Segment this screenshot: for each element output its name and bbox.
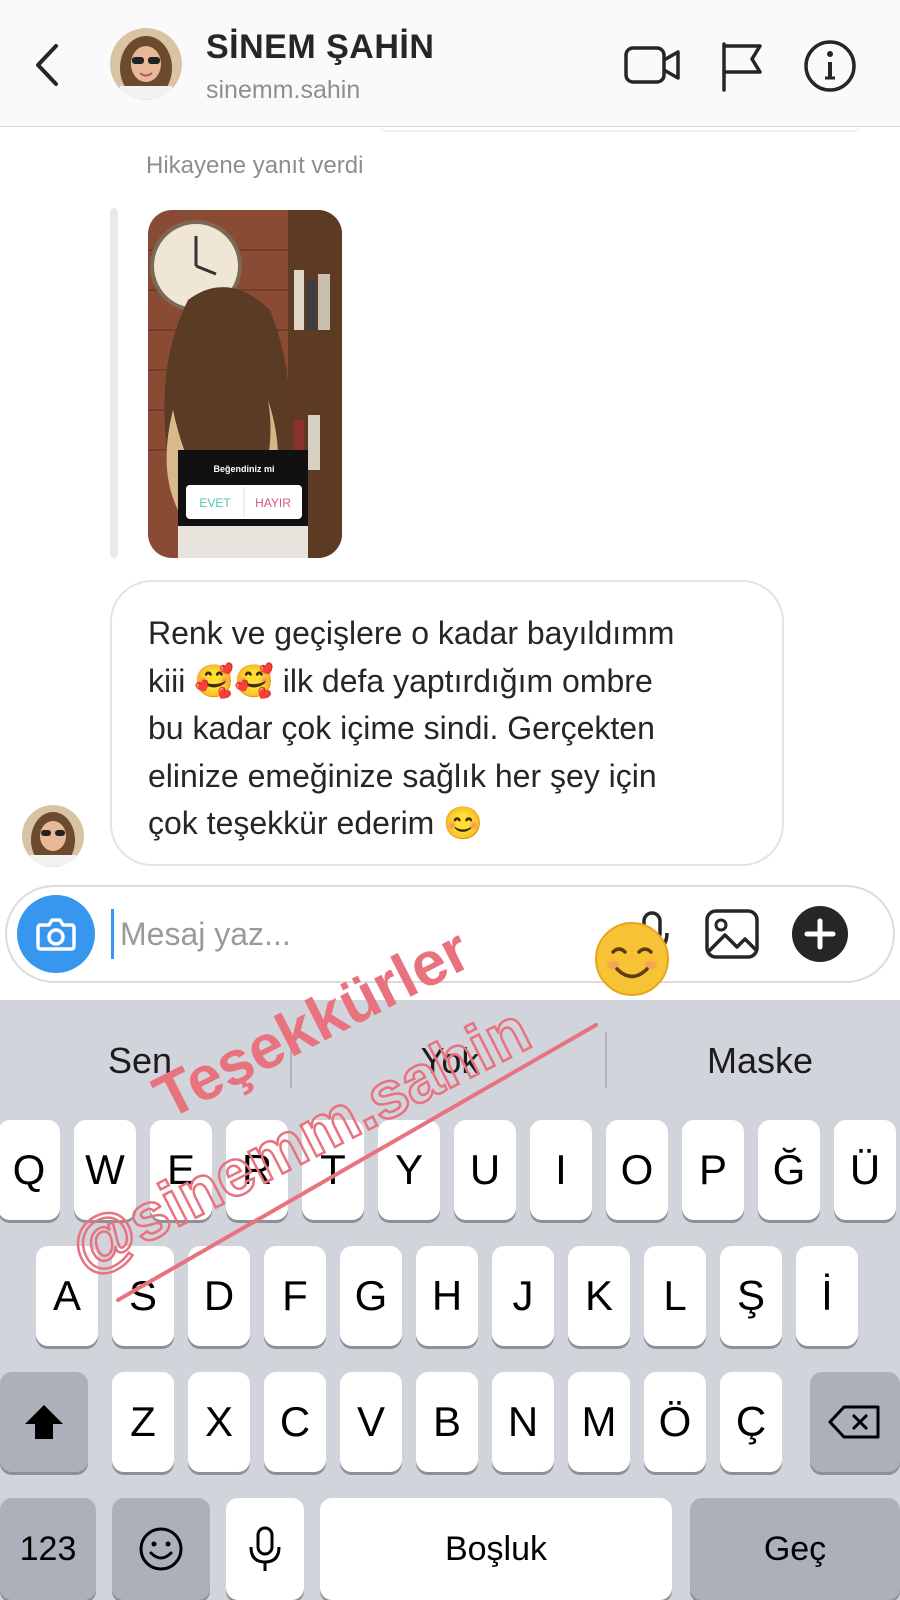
- key[interactable]: F: [264, 1246, 326, 1346]
- key[interactable]: L: [644, 1246, 706, 1346]
- key[interactable]: Ş: [720, 1246, 782, 1346]
- suggestion-divider: [290, 1032, 292, 1088]
- key[interactable]: K: [568, 1246, 630, 1346]
- shift-arrow-icon: [25, 1405, 63, 1439]
- microphone-icon: [249, 1526, 281, 1571]
- message-text: Renk ve geçişlere o kadar bayıldımm kiii…: [148, 615, 675, 841]
- suggestion-1[interactable]: Sen: [60, 1040, 220, 1082]
- key[interactable]: P: [682, 1120, 744, 1220]
- message-bubble[interactable]: Renk ve geçişlere o kadar bayıldımm kiii…: [110, 580, 784, 866]
- key[interactable]: İ: [796, 1246, 858, 1346]
- key[interactable]: I: [530, 1120, 592, 1220]
- smiling-face-sticker-icon: [595, 922, 669, 996]
- back-chevron-icon[interactable]: [28, 40, 68, 90]
- keyboard: Sen Yok Maske Q W E R T Y U I O P Ğ Ü A …: [0, 1000, 900, 1600]
- backspace-key[interactable]: [810, 1372, 900, 1472]
- key[interactable]: C: [264, 1372, 326, 1472]
- chat-header: SİNEM ŞAHİN sinemm.sahin: [0, 0, 900, 127]
- plus-icon[interactable]: [789, 903, 851, 965]
- story-thumbnail[interactable]: Beğendiniz mi EVET HAYIR: [148, 210, 342, 558]
- contact-name[interactable]: SİNEM ŞAHİN: [206, 28, 434, 67]
- key[interactable]: H: [416, 1246, 478, 1346]
- emoji-icon: [139, 1527, 183, 1571]
- key[interactable]: M: [568, 1372, 630, 1472]
- reply-indicator-bar: [110, 208, 118, 558]
- key[interactable]: R: [226, 1120, 288, 1220]
- key[interactable]: U: [454, 1120, 516, 1220]
- key[interactable]: T: [302, 1120, 364, 1220]
- message-composer: [5, 885, 895, 983]
- key[interactable]: X: [188, 1372, 250, 1472]
- avatar[interactable]: [110, 28, 182, 100]
- suggestion-3[interactable]: Maske: [680, 1040, 840, 1082]
- contact-username: sinemm.sahin: [206, 76, 361, 104]
- key[interactable]: Ğ: [758, 1120, 820, 1220]
- suggestion-2[interactable]: Yok: [370, 1040, 530, 1082]
- info-icon[interactable]: [800, 38, 860, 94]
- key[interactable]: Ç: [720, 1372, 782, 1472]
- key[interactable]: G: [340, 1246, 402, 1346]
- key[interactable]: Z: [112, 1372, 174, 1472]
- key[interactable]: O: [606, 1120, 668, 1220]
- video-call-icon[interactable]: [622, 38, 682, 94]
- key[interactable]: N: [492, 1372, 554, 1472]
- emoji-key[interactable]: [112, 1498, 210, 1600]
- numbers-key[interactable]: 123: [0, 1498, 96, 1600]
- story-sticker-question: Beğendiniz mi: [213, 464, 274, 474]
- message-input[interactable]: [111, 909, 572, 959]
- key[interactable]: A: [36, 1246, 98, 1346]
- key[interactable]: Y: [378, 1120, 440, 1220]
- flag-icon[interactable]: [712, 38, 772, 94]
- key[interactable]: Q: [0, 1120, 60, 1220]
- camera-icon: [36, 918, 76, 951]
- sender-avatar[interactable]: [22, 805, 84, 867]
- shift-key[interactable]: [0, 1372, 88, 1472]
- dictation-key[interactable]: [226, 1498, 304, 1600]
- story-sticker-no: HAYIR: [255, 496, 291, 510]
- key[interactable]: S: [112, 1246, 174, 1346]
- key[interactable]: B: [416, 1372, 478, 1472]
- story-sticker-yes: EVET: [199, 496, 231, 510]
- space-key[interactable]: Boşluk: [320, 1498, 672, 1600]
- key[interactable]: V: [340, 1372, 402, 1472]
- key[interactable]: J: [492, 1246, 554, 1346]
- gallery-icon[interactable]: [701, 903, 763, 965]
- key[interactable]: E: [150, 1120, 212, 1220]
- backspace-icon: [828, 1405, 880, 1439]
- previous-message-edge: [380, 124, 860, 132]
- key[interactable]: W: [74, 1120, 136, 1220]
- story-reply-label: Hikayene yanıt verdi: [146, 152, 364, 179]
- key[interactable]: D: [188, 1246, 250, 1346]
- key[interactable]: Ü: [834, 1120, 896, 1220]
- suggestion-divider: [605, 1032, 607, 1088]
- camera-button[interactable]: [17, 895, 95, 973]
- suggestion-bar: Sen Yok Maske: [0, 1000, 900, 1118]
- key[interactable]: Ö: [644, 1372, 706, 1472]
- return-key[interactable]: Geç: [690, 1498, 900, 1600]
